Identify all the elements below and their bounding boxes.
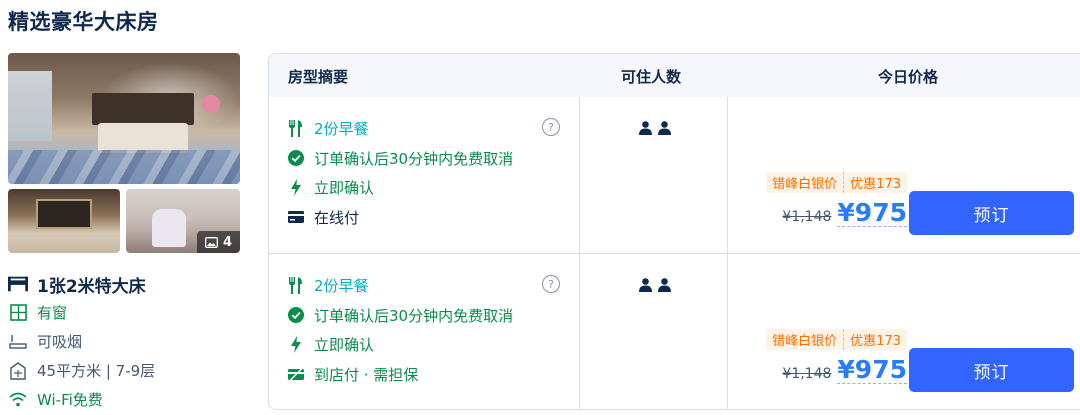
person-icon bbox=[639, 278, 652, 292]
smoking-icon bbox=[8, 332, 28, 352]
rate-plan-row: 2份早餐 订单确认后30分钟内免费取消 立即确认 在线付 ? 错峰白银价 优惠1… bbox=[269, 97, 1080, 254]
promo-badge[interactable]: 错峰白银价 优惠173 bbox=[766, 172, 907, 193]
instant-confirm: 立即确认 bbox=[287, 173, 562, 203]
help-icon[interactable]: ? bbox=[542, 275, 560, 293]
lightning-icon bbox=[287, 179, 304, 197]
image-icon bbox=[205, 236, 218, 248]
guest-capacity bbox=[639, 121, 671, 135]
payment-method-label: 到店付 · 需担保 bbox=[314, 365, 419, 384]
rate-plans-table: 房型摘要 可住人数 今日价格 2份早餐 订单确认后30分钟内免费取消 立即确认 … bbox=[268, 53, 1080, 410]
wifi-icon bbox=[8, 390, 28, 410]
feature-smoking-label: 可吸烟 bbox=[37, 333, 83, 351]
rate-plan-row: 2份早餐 订单确认后30分钟内免费取消 立即确认 到店付 · 需担保 ? 错峰白… bbox=[269, 254, 1080, 409]
utensils-icon bbox=[287, 120, 304, 138]
room-photo-bathroom[interactable] bbox=[8, 189, 120, 253]
promo-tag: 错峰白银价 bbox=[766, 172, 844, 193]
person-icon bbox=[639, 121, 652, 135]
check-circle-icon bbox=[287, 307, 304, 324]
discount-tag: 优惠173 bbox=[844, 329, 907, 350]
breakfast-item: 2份早餐 bbox=[287, 114, 562, 144]
original-price: ¥1,148 bbox=[782, 209, 832, 225]
payment-method-label: 在线付 bbox=[314, 208, 360, 227]
feature-bed: 1张2米特大床 bbox=[8, 270, 258, 298]
header-price: 今日价格 bbox=[878, 68, 939, 86]
photo-count-badge[interactable]: 4 bbox=[196, 231, 240, 253]
area-icon bbox=[8, 361, 28, 381]
book-button[interactable]: 预订 bbox=[909, 348, 1074, 392]
room-title: 精选豪华大床房 bbox=[8, 10, 159, 34]
instant-confirm: 立即确认 bbox=[287, 330, 562, 360]
card-icon bbox=[287, 209, 304, 226]
breakfast-label: 2份早餐 bbox=[314, 277, 369, 296]
cancel-policy-label: 订单确认后30分钟内免费取消 bbox=[314, 306, 514, 325]
table-header: 房型摘要 可住人数 今日价格 bbox=[269, 54, 1080, 97]
feature-bed-label: 1张2米特大床 bbox=[37, 276, 146, 297]
breakfast-item: 2份早餐 bbox=[287, 271, 562, 301]
payment-method: 在线付 bbox=[287, 203, 562, 233]
utensils-icon bbox=[287, 277, 304, 295]
payment-method: 到店付 · 需担保 bbox=[287, 360, 562, 390]
feature-smoking: 可吸烟 bbox=[8, 327, 258, 356]
breakfast-label: 2份早餐 bbox=[314, 120, 369, 139]
price-line: ¥1,148 ¥975 bbox=[782, 356, 907, 385]
person-icon bbox=[658, 121, 671, 135]
bed-icon bbox=[8, 274, 28, 294]
feature-size-floor-label: 45平方米 | 7-9层 bbox=[37, 362, 156, 380]
current-price[interactable]: ¥975 bbox=[837, 356, 907, 385]
room-features: 1张2米特大床 有窗 可吸烟 45平方米 | 7-9层 Wi-Fi免费 bbox=[8, 270, 258, 414]
lightning-icon bbox=[287, 336, 304, 354]
rate-plan-summary: 2份早餐 订单确认后30分钟内免费取消 立即确认 在线付 bbox=[287, 114, 562, 232]
rate-plan-summary: 2份早餐 订单确认后30分钟内免费取消 立即确认 到店付 · 需担保 bbox=[287, 271, 562, 389]
photo-count: 4 bbox=[222, 234, 232, 250]
room-photo-main[interactable] bbox=[8, 53, 240, 184]
discount-tag: 优惠173 bbox=[844, 172, 907, 193]
cancel-policy-label: 订单确认后30分钟内免费取消 bbox=[314, 149, 514, 168]
person-icon bbox=[658, 278, 671, 292]
pay-at-hotel-icon bbox=[287, 366, 304, 383]
instant-confirm-label: 立即确认 bbox=[314, 179, 375, 198]
guest-capacity bbox=[639, 278, 671, 292]
room-photo-lounge[interactable]: 4 bbox=[126, 189, 240, 253]
promo-badge[interactable]: 错峰白银价 优惠173 bbox=[766, 329, 907, 350]
feature-size-floor: 45平方米 | 7-9层 bbox=[8, 356, 258, 385]
current-price[interactable]: ¥975 bbox=[837, 199, 907, 228]
header-guests: 可住人数 bbox=[621, 68, 682, 86]
original-price: ¥1,148 bbox=[782, 366, 832, 382]
header-summary: 房型摘要 bbox=[288, 68, 349, 86]
help-icon[interactable]: ? bbox=[542, 118, 560, 136]
cancel-policy[interactable]: 订单确认后30分钟内免费取消 bbox=[287, 144, 562, 174]
feature-window: 有窗 bbox=[8, 298, 258, 327]
check-circle-icon bbox=[287, 150, 304, 167]
book-button[interactable]: 预订 bbox=[909, 191, 1074, 235]
feature-wifi-label: Wi-Fi免费 bbox=[37, 391, 103, 409]
instant-confirm-label: 立即确认 bbox=[314, 336, 375, 355]
feature-window-label: 有窗 bbox=[37, 304, 68, 322]
price-line: ¥1,148 ¥975 bbox=[782, 199, 907, 228]
promo-tag: 错峰白银价 bbox=[766, 329, 844, 350]
feature-wifi: Wi-Fi免费 bbox=[8, 385, 258, 414]
cancel-policy[interactable]: 订单确认后30分钟内免费取消 bbox=[287, 301, 562, 331]
window-icon bbox=[8, 303, 28, 323]
